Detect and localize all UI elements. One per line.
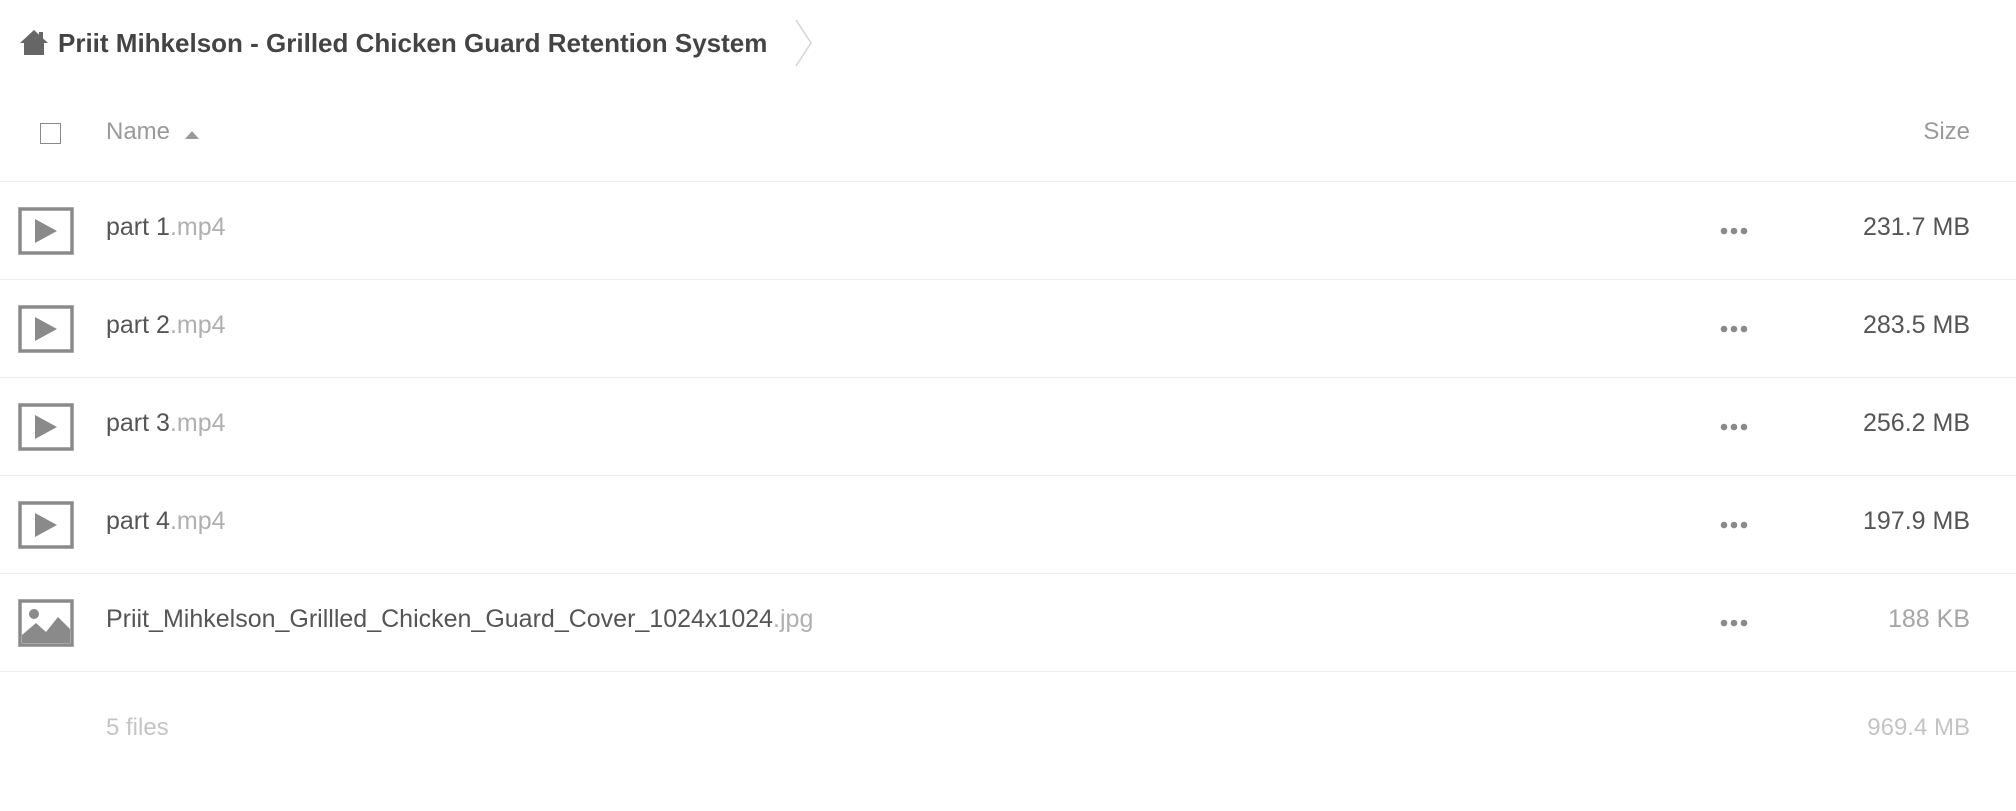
file-size: 256.2 MB [1862, 409, 1970, 437]
video-play-icon [18, 305, 74, 353]
file-browser-page: Priit Mihkelson - Grilled Chicken Guard … [0, 0, 2016, 811]
breadcrumb-home-link[interactable]: Priit Mihkelson - Grilled Chicken Guard … [18, 0, 767, 86]
file-name[interactable]: part 1.mp4 [106, 213, 226, 242]
video-play-icon [18, 501, 74, 549]
file-row[interactable]: Priit_Mihkelson_Grillled_Chicken_Guard_C… [0, 574, 2016, 672]
video-play-icon [18, 403, 74, 451]
file-row[interactable]: part 4.mp4 197.9 MB [0, 476, 2016, 574]
breadcrumb: Priit Mihkelson - Grilled Chicken Guard … [0, 0, 815, 86]
more-options-icon[interactable] [1720, 423, 1748, 431]
file-actions-button[interactable] [1714, 315, 1754, 343]
name-column-label[interactable]: Name [106, 118, 170, 146]
file-basename: part 1 [106, 213, 170, 241]
file-extension: .mp4 [169, 507, 226, 535]
file-name[interactable]: part 3.mp4 [106, 409, 226, 438]
file-count: 5 files [106, 714, 169, 741]
file-name[interactable]: part 4.mp4 [106, 507, 226, 536]
file-size: 188 KB [1887, 605, 1970, 633]
home-icon[interactable] [18, 27, 50, 59]
file-basename: part 3 [106, 409, 170, 437]
breadcrumb-folder-title[interactable]: Priit Mihkelson - Grilled Chicken Guard … [58, 28, 767, 59]
more-options-icon[interactable] [1720, 619, 1748, 627]
total-size: 969.4 MB [1867, 714, 1970, 741]
file-actions-button[interactable] [1714, 217, 1754, 245]
file-size: 231.7 MB [1862, 213, 1970, 241]
file-actions-button[interactable] [1714, 511, 1754, 539]
file-list: part 1.mp4 231.7 MB part 2.mp4 283.5 MB … [0, 182, 2016, 672]
file-extension: .jpg [773, 605, 814, 633]
video-play-icon [18, 207, 74, 255]
file-name[interactable]: Priit_Mihkelson_Grillled_Chicken_Guard_C… [106, 605, 813, 634]
image-icon [18, 599, 74, 647]
file-extension: .mp4 [169, 213, 226, 241]
file-list-header: Name Size [0, 96, 2016, 182]
select-all-checkbox[interactable] [40, 123, 61, 144]
name-column-header[interactable]: Name [106, 118, 200, 146]
file-basename: Priit_Mihkelson_Grillled_Chicken_Guard_C… [106, 605, 774, 633]
file-row[interactable]: part 3.mp4 256.2 MB [0, 378, 2016, 476]
file-name[interactable]: part 2.mp4 [106, 311, 226, 340]
file-size: 197.9 MB [1862, 507, 1970, 535]
file-row[interactable]: part 1.mp4 231.7 MB [0, 182, 2016, 280]
size-column-header[interactable]: Size [1923, 118, 1970, 146]
file-size: 283.5 MB [1862, 311, 1970, 339]
more-options-icon[interactable] [1720, 325, 1748, 333]
breadcrumb-separator-icon [793, 18, 815, 68]
more-options-icon[interactable] [1720, 521, 1748, 529]
more-options-icon[interactable] [1720, 227, 1748, 235]
file-row[interactable]: part 2.mp4 283.5 MB [0, 280, 2016, 378]
file-basename: part 2 [106, 311, 170, 339]
file-basename: part 4 [106, 507, 170, 535]
file-extension: .mp4 [169, 409, 226, 437]
file-actions-button[interactable] [1714, 413, 1754, 441]
file-actions-button[interactable] [1714, 609, 1754, 637]
sort-ascending-icon[interactable] [184, 127, 200, 139]
file-list-summary: 5 files 969.4 MB [0, 702, 2016, 758]
file-extension: .mp4 [169, 311, 226, 339]
